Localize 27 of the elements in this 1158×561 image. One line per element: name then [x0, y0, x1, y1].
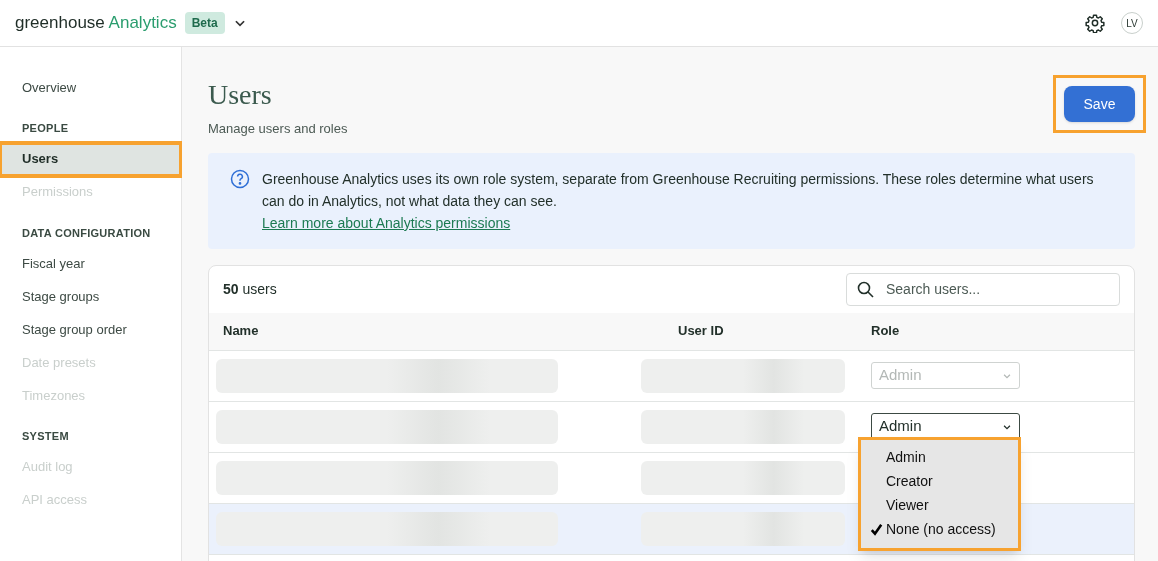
menu-option[interactable]: Creator: [861, 469, 1018, 494]
search-icon: [857, 280, 874, 298]
help-icon: [230, 168, 250, 189]
section-heading: PEOPLE: [21, 121, 70, 136]
column-header: User ID: [678, 322, 725, 341]
menu-option[interactable]: Admin: [861, 445, 1018, 470]
sidebar-item[interactable]: Fiscal year: [0, 247, 181, 280]
page-subtitle: Manage users and roles: [208, 120, 348, 138]
section-heading: SYSTEM: [21, 429, 70, 444]
page-title: Users: [208, 78, 273, 112]
save-button[interactable]: Save: [1064, 86, 1135, 122]
column-header: Name: [223, 322, 260, 341]
menu-option[interactable]: None (no access): [861, 517, 1018, 542]
menu-option[interactable]: Viewer: [861, 493, 1018, 518]
column-header: Role: [871, 322, 900, 341]
sidebar-item[interactable]: Stage groups: [0, 280, 181, 313]
settings-icon[interactable]: [1085, 13, 1105, 33]
brand-logo[interactable]: greenhouse Analytics: [15, 10, 177, 36]
beta-badge: Beta: [184, 12, 225, 34]
user-count: 50 users: [223, 279, 277, 299]
sidebar-item[interactable]: Stage group order: [0, 313, 181, 346]
sidebar-item[interactable]: Users: [0, 142, 181, 176]
sidebar-item[interactable]: Overview: [0, 71, 181, 104]
info-text: Greenhouse Analytics uses its own role system, separate from Greenhouse Recruiting permissions. These roles determine what users can do in Analytics, not what data they can see.: [262, 169, 1095, 211]
section-heading: DATA CONFIGURATION: [21, 225, 152, 241]
permissions-link[interactable]: Learn more about Analytics permissions: [262, 214, 511, 231]
search-field[interactable]: Search users...: [846, 272, 1120, 306]
